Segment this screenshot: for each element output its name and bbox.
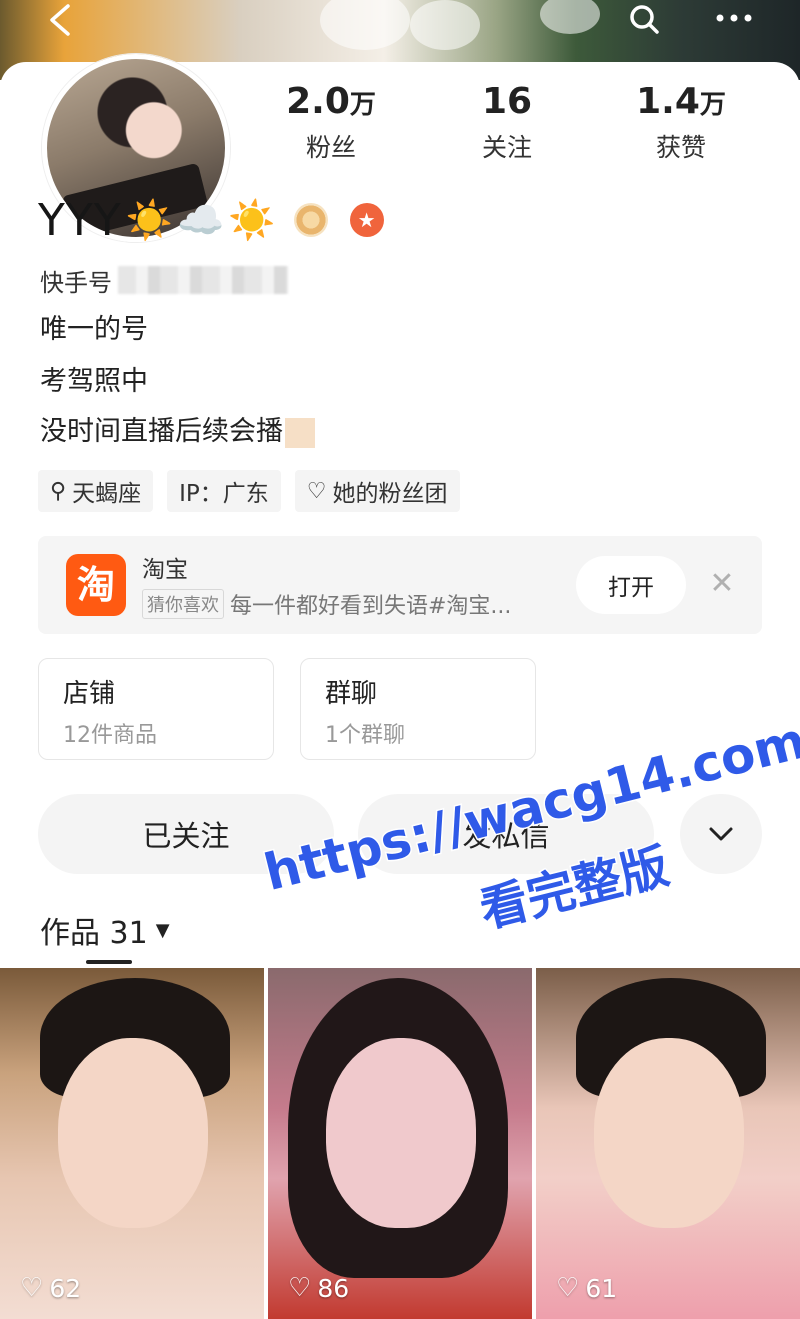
profile-tags: ⚲ 天蝎座 IP：广东 ♡ 她的粉丝团 (38, 470, 460, 512)
name-row: YYY ☀️ ☁️ ☀️ ★ (38, 192, 384, 248)
bio-line: 考驾照中 (40, 366, 148, 397)
stat-unit: 万 (699, 90, 726, 120)
chevron-down-icon (709, 827, 733, 841)
stat-number: 2.0 (286, 81, 350, 122)
heart-outline-icon: ♡ (306, 478, 327, 504)
cloud-emoji: ☁️ (176, 197, 225, 242)
ad-text: 每一件都好看到失语#淘宝... (230, 594, 512, 619)
tag-label: 天蝎座 (72, 481, 142, 507)
tag-zodiac[interactable]: ⚲ 天蝎座 (38, 470, 154, 512)
video-thumbnail[interactable]: ♡ 61 (536, 968, 800, 1319)
tag-fan-club[interactable]: ♡ 她的粉丝团 (294, 470, 460, 512)
profile-card: 2.0万 粉丝 16 关注 1.4万 获赞 YYY ☀️ ☁️ ☀️ ★ 快手号… (0, 54, 800, 1319)
more-actions-button[interactable] (680, 794, 762, 874)
search-icon: ⚲ (50, 478, 67, 504)
stat-unit: 万 (349, 90, 376, 120)
heart-icon: ♡ (288, 1273, 312, 1303)
like-count: ♡ 62 (20, 1273, 81, 1303)
stat-following[interactable]: 16 关注 (432, 80, 582, 164)
tag-ip-location: IP：广东 (167, 470, 281, 512)
back-icon[interactable] (40, 2, 80, 38)
kuaishou-id-redacted (118, 266, 288, 294)
bio-line: 唯一的号 (40, 314, 148, 345)
heart-icon: ♡ (20, 1273, 44, 1303)
like-count: ♡ 86 (288, 1273, 349, 1303)
stat-label: 获赞 (655, 133, 706, 162)
ad-chip: 猜你喜欢 (142, 589, 224, 619)
card-title: 店铺 (63, 679, 116, 709)
sun-emoji: ☀️ (228, 197, 276, 242)
tab-works[interactable]: 作品 31 ▼ (40, 908, 170, 952)
profile-name: YYY (38, 194, 122, 246)
shop-card[interactable]: 店铺 12件商品 (38, 658, 274, 760)
stat-followers[interactable]: 2.0万 粉丝 (256, 80, 406, 164)
close-icon[interactable]: ✕ (704, 566, 740, 602)
like-count-value: 61 (585, 1273, 618, 1303)
tab-underline (86, 960, 132, 964)
stat-label: 关注 (481, 133, 532, 162)
bio-line-text: 没时间直播后续会播 (40, 416, 283, 447)
taobao-logo-icon: 淘 (66, 554, 126, 616)
tag-label: IP：广东 (179, 481, 269, 507)
tag-label: 她的粉丝团 (332, 481, 448, 507)
search-icon[interactable] (624, 2, 664, 38)
stat-likes[interactable]: 1.4万 获赞 (606, 80, 756, 164)
ad-title: 淘宝 (142, 557, 188, 583)
ad-subtitle: 猜你喜欢 每一件都好看到失语#淘宝... (142, 588, 562, 620)
stat-number: 1.4 (636, 81, 700, 122)
like-count: ♡ 61 (556, 1273, 617, 1303)
heart-icon: ♡ (556, 1273, 580, 1303)
taobao-ad-banner[interactable]: 淘 淘宝 猜你喜欢 每一件都好看到失语#淘宝... 打开 ✕ (38, 536, 762, 634)
emoji-placeholder (285, 417, 315, 448)
card-subtitle: 1个群聊 (325, 723, 405, 748)
more-options-icon[interactable] (706, 2, 762, 38)
sun-emoji: ☀️ (125, 197, 173, 242)
card-subtitle: 12件商品 (63, 723, 157, 748)
video-thumbnail[interactable]: ♡ 86 (268, 968, 532, 1319)
stat-label: 粉丝 (305, 133, 356, 162)
like-count-value: 62 (49, 1273, 82, 1303)
video-thumbnail[interactable]: ♡ 62 (0, 968, 264, 1319)
bio-line: 没时间直播后续会播 (40, 412, 740, 452)
stat-number: 16 (481, 81, 533, 122)
open-app-button[interactable]: 打开 (576, 556, 686, 614)
fan-level-badge-icon[interactable] (293, 203, 328, 237)
followed-button[interactable]: 已关注 (38, 794, 334, 874)
dropdown-triangle-icon: ▼ (155, 919, 170, 941)
kuaishou-id-label: 快手号 (40, 268, 112, 297)
card-title: 群聊 (325, 679, 378, 709)
tab-label: 作品 31 (40, 916, 148, 951)
like-count-value: 86 (317, 1273, 350, 1303)
star-badge-icon[interactable]: ★ (349, 203, 384, 237)
kuaishou-id-row[interactable]: 快手号 (40, 262, 288, 298)
send-message-button[interactable]: 发私信 (358, 794, 654, 874)
group-chat-card[interactable]: 群聊 1个群聊 (300, 658, 536, 760)
